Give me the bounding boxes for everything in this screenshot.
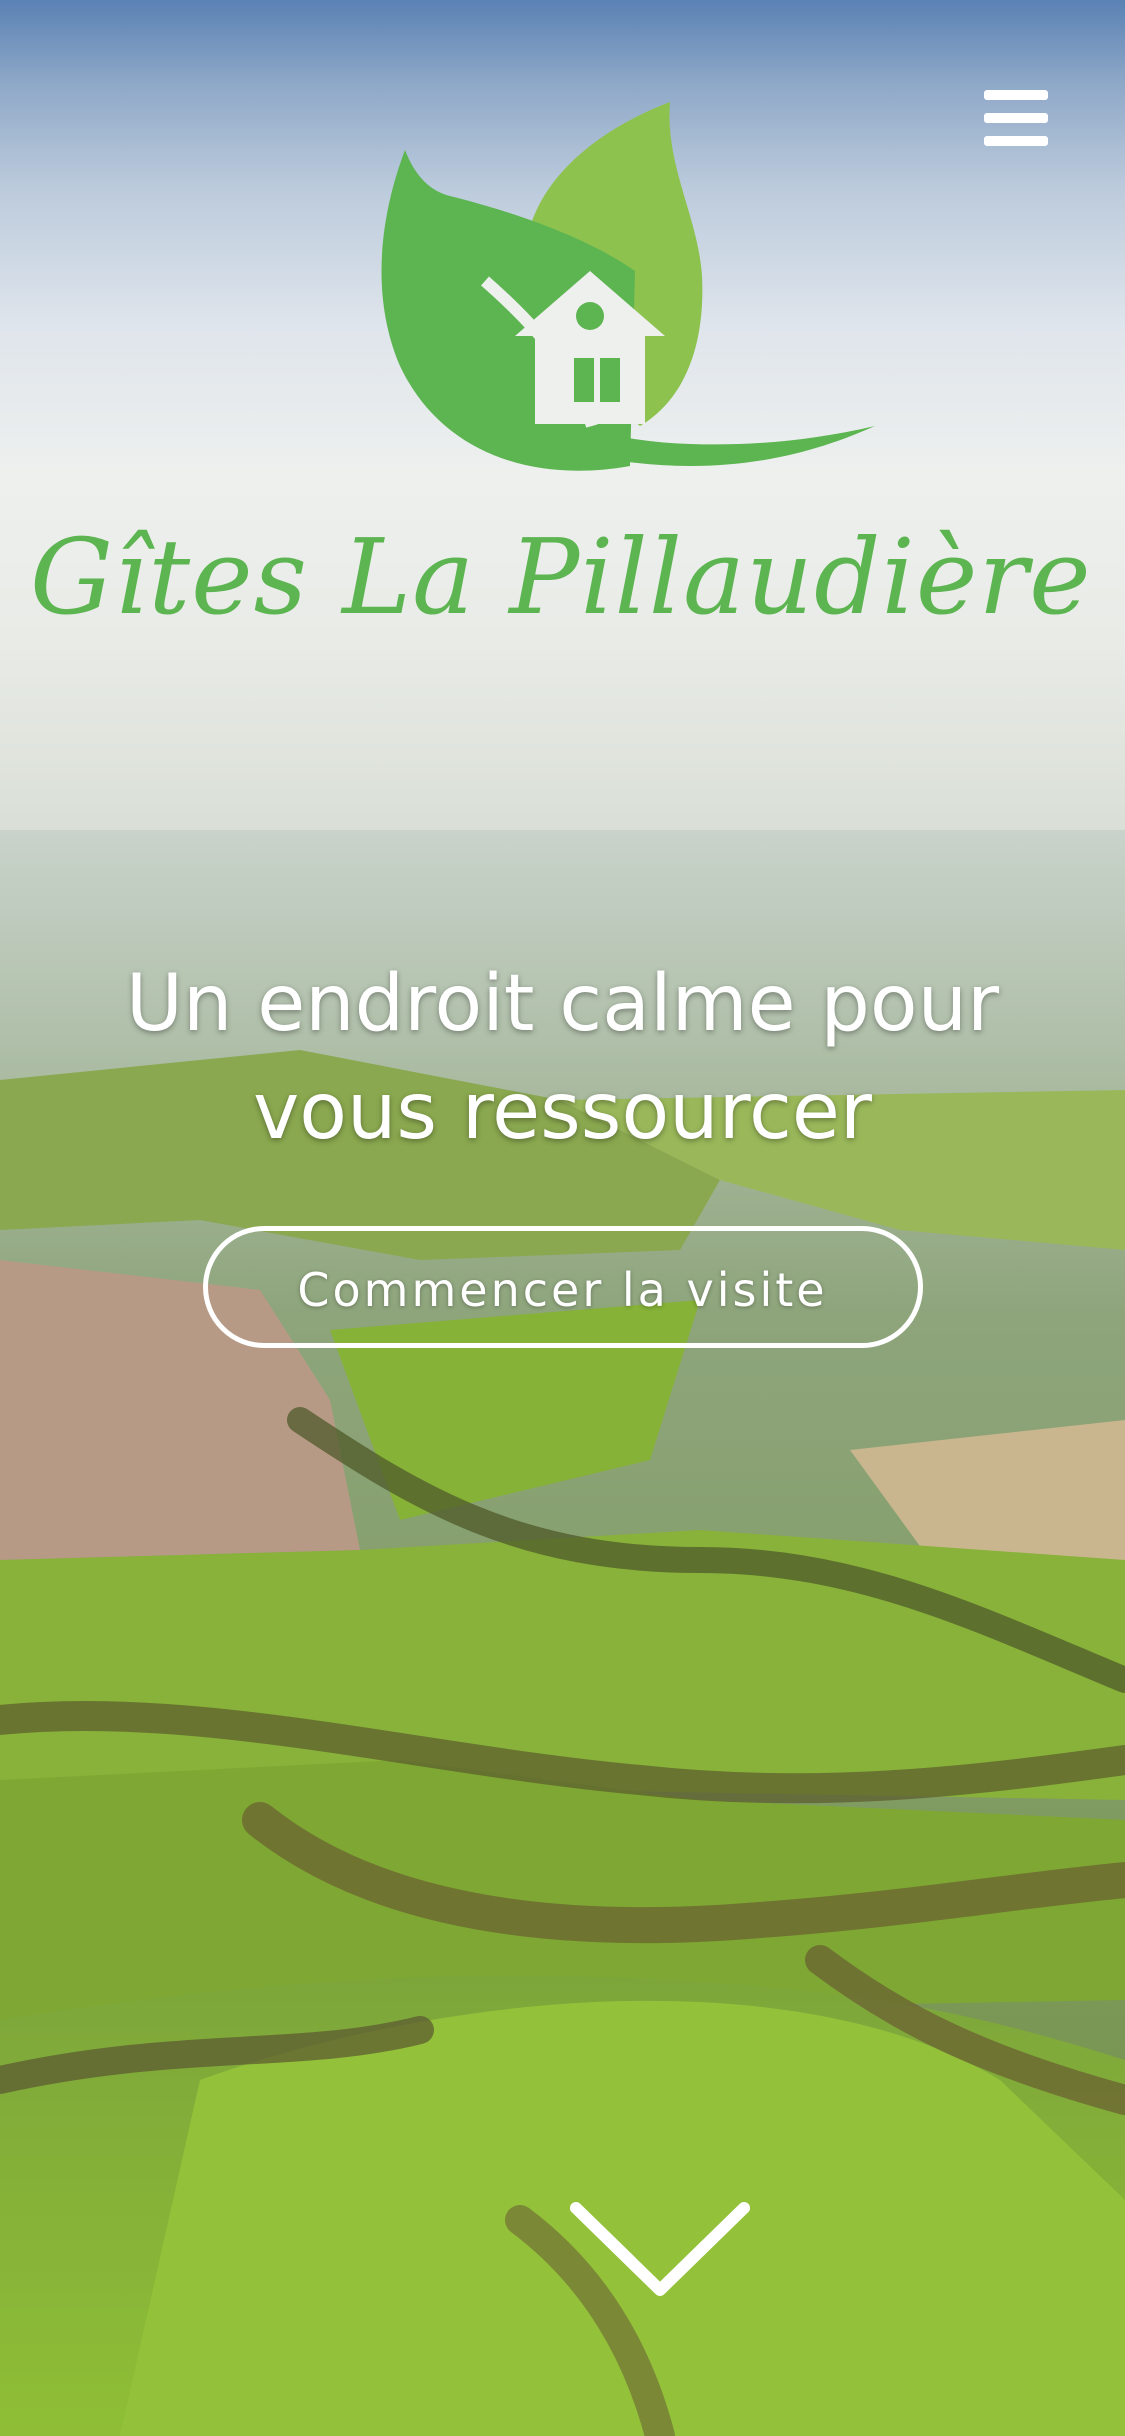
chevron-down-icon: [570, 2202, 750, 2296]
tagline-line-1: Un endroit calme pour: [125, 959, 1000, 1049]
brand-name: Gîtes La Pillaudière: [30, 516, 1092, 638]
leaf-house-icon: [381, 102, 875, 471]
start-visit-button[interactable]: Commencer la visite: [202, 1226, 923, 1348]
scroll-down-button[interactable]: [570, 2200, 750, 2300]
tagline-line-2: vous ressourcer: [253, 1067, 872, 1157]
hero-tagline: Un endroit calme pour vous ressourcer: [0, 950, 1125, 1166]
site-logo[interactable]: Gîtes La Pillaudière: [30, 96, 1092, 696]
hero-section: Un endroit calme pour vous ressourcer Co…: [0, 950, 1125, 1348]
home-page: Gîtes La Pillaudière Un endroit calme po…: [0, 0, 1125, 2436]
